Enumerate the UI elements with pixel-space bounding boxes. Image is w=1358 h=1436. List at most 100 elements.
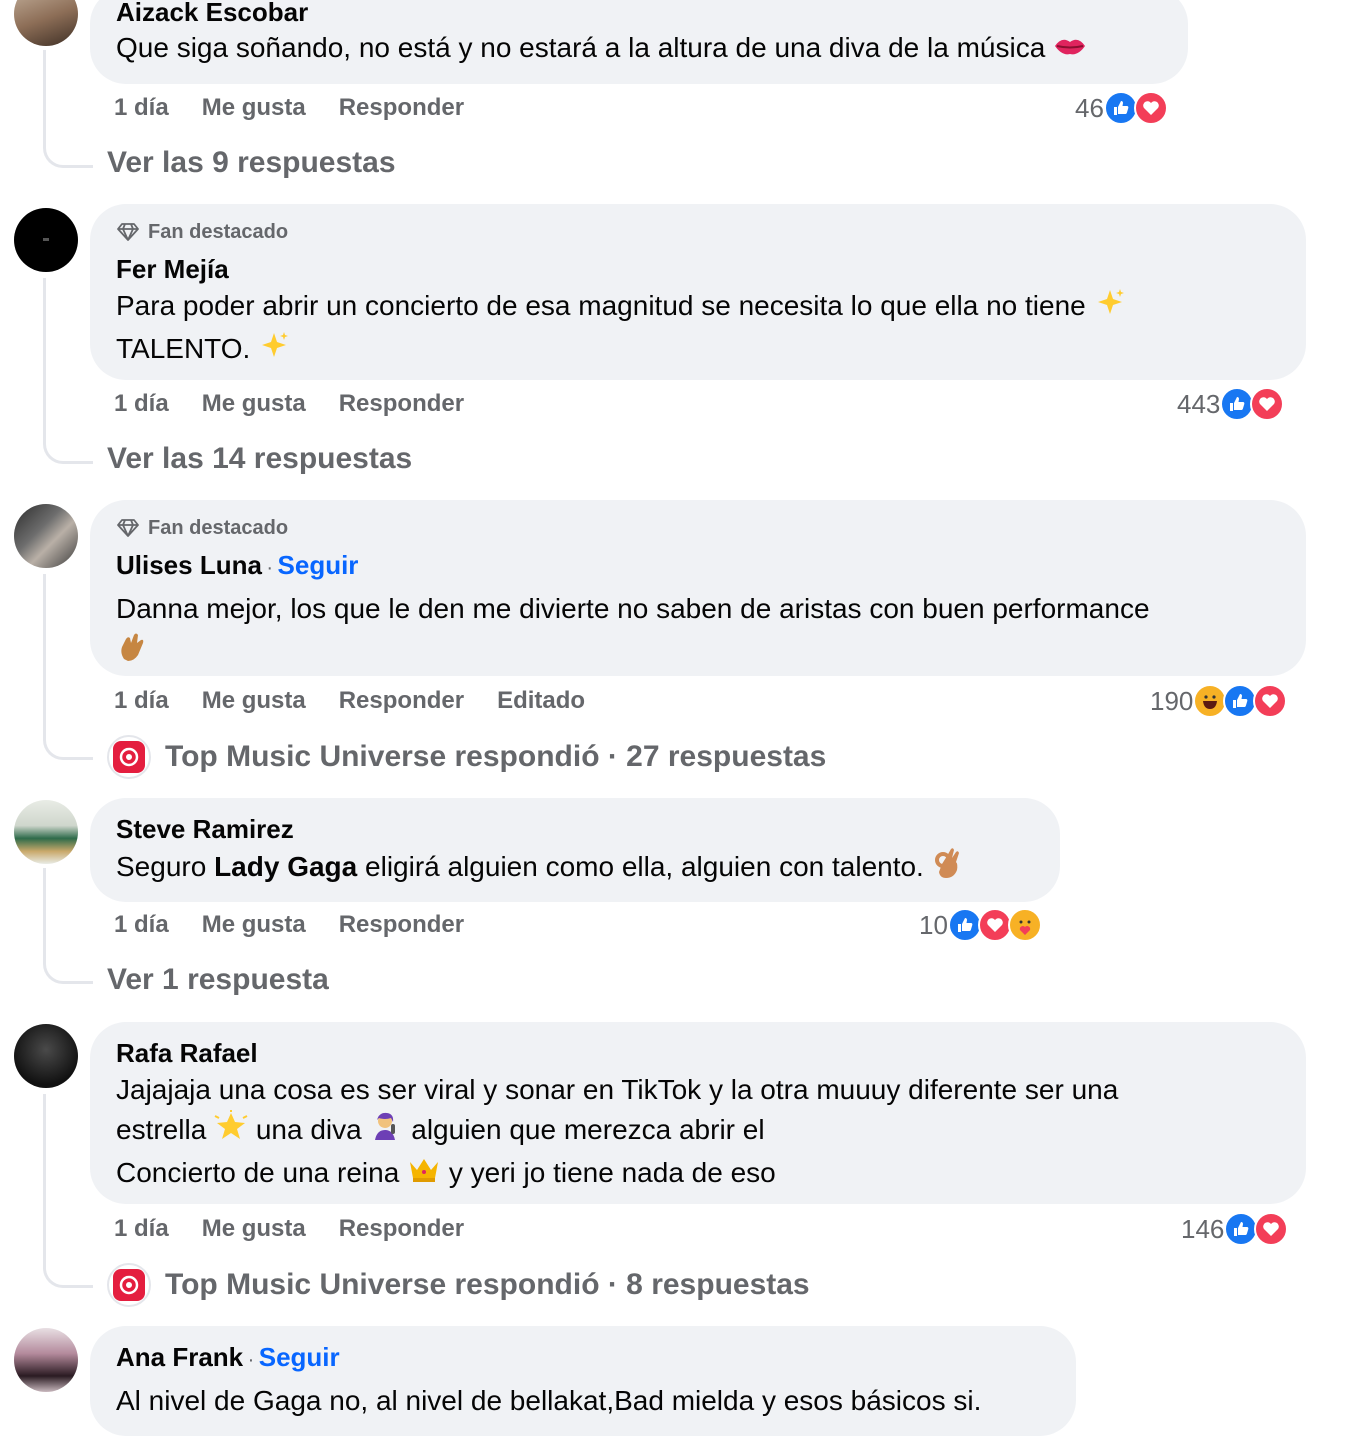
thread-connector <box>43 278 93 464</box>
diamond-icon <box>117 223 139 241</box>
separator-dot: · <box>266 557 274 579</box>
comment-author[interactable]: Rafa Rafael <box>116 1036 1280 1070</box>
love-icon <box>1253 684 1288 718</box>
separator-dot: · <box>247 1349 255 1371</box>
comment-text-line: Jajajaja una cosa es ser viral y sonar e… <box>116 1074 1119 1105</box>
avatar[interactable] <box>14 1024 78 1088</box>
haha-icon <box>1193 684 1228 718</box>
sparkles-icon <box>1094 286 1126 329</box>
view-replies-link[interactable]: Top Music Universe respondió · 8 respues… <box>107 1263 810 1307</box>
avatar[interactable] <box>14 1328 78 1392</box>
love-icon <box>977 908 1012 942</box>
comment-text-part: alguien que merezca abrir el <box>411 1114 765 1145</box>
view-replies-link[interactable]: Ver las 14 respuestas <box>107 442 412 476</box>
glowing-star-icon <box>214 1110 248 1153</box>
like-icon <box>1220 387 1255 421</box>
music-logo-icon <box>119 1275 139 1295</box>
care-icon <box>1007 908 1042 942</box>
comment-text: Para poder abrir un concierto de esa mag… <box>116 286 1280 372</box>
comment-bubble: Fan destacado Fer Mejía Para poder abrir… <box>90 204 1306 380</box>
comment-bubble: Ana Frank · Seguir Al nivel de Gaga no, … <box>90 1326 1076 1436</box>
reply-button[interactable]: Responder <box>339 911 464 939</box>
like-button[interactable]: Me gusta <box>202 94 306 122</box>
music-logo-icon <box>119 747 139 767</box>
singer-icon <box>369 1110 403 1153</box>
page-avatar-top-music-universe <box>107 1263 151 1307</box>
comment-text-part: estrella <box>116 1114 207 1145</box>
comment-actions: 1 día Me gusta Responder <box>114 911 464 939</box>
avatar[interactable] <box>14 800 78 864</box>
lips-icon <box>1053 30 1087 70</box>
comment-text-before: Seguro <box>116 850 215 882</box>
comment-text-after: eligirá alguien como ella, alguien con t… <box>357 850 924 882</box>
mentioned-name[interactable]: Lady Gaga <box>214 851 357 882</box>
comment-text: Al nivel de Gaga no, al nivel de bellaka… <box>116 1385 982 1416</box>
reply-button[interactable]: Responder <box>339 687 464 715</box>
comment-text-part: Concierto de una reina <box>116 1157 400 1189</box>
like-icon <box>1223 684 1258 718</box>
love-icon <box>1133 91 1168 125</box>
comment-author[interactable]: Ulises Luna <box>116 550 262 580</box>
reply-button[interactable]: Responder <box>339 390 464 418</box>
sparkles-icon <box>258 329 290 372</box>
avatar[interactable] <box>14 208 78 272</box>
comment-time[interactable]: 1 día <box>114 687 169 715</box>
love-icon <box>1254 1212 1289 1246</box>
comment-author[interactable]: Aizack Escobar <box>116 0 1162 26</box>
like-icon <box>1224 1212 1259 1246</box>
diamond-icon <box>117 519 139 537</box>
top-fan-badge: Fan destacado <box>116 218 1280 246</box>
thread-connector <box>43 868 93 984</box>
reaction-summary[interactable]: 46 <box>1075 91 1168 125</box>
comment-author[interactable]: Steve Ramirez <box>116 812 1034 846</box>
avatar[interactable] <box>14 504 78 568</box>
crown-icon <box>407 1154 441 1195</box>
thread-connector <box>43 1094 93 1288</box>
reaction-count: 443 <box>1177 388 1221 419</box>
like-icon <box>1103 91 1138 125</box>
view-replies-link[interactable]: Top Music Universe respondió · 27 respue… <box>107 735 826 779</box>
reaction-summary[interactable]: 190 <box>1150 684 1288 718</box>
comment-bubble: Aizack Escobar Que siga soñando, no está… <box>90 0 1188 84</box>
reaction-count: 46 <box>1075 92 1104 123</box>
view-replies-link[interactable]: Ver las 9 respuestas <box>107 146 396 180</box>
comment-text-content: Danna mejor, los que le den me divierte … <box>116 593 1150 624</box>
comment-time[interactable]: 1 día <box>114 94 169 122</box>
comment-author[interactable]: Ana Frank <box>116 1342 243 1372</box>
comment-actions: 1 día Me gusta Responder <box>114 390 464 418</box>
avatar[interactable] <box>14 0 78 46</box>
thread-connector <box>43 574 93 760</box>
comment-actions: 1 día Me gusta Responder <box>114 1215 464 1243</box>
comment-time[interactable]: 1 día <box>114 390 169 418</box>
view-replies-link[interactable]: Ver 1 respuesta <box>107 963 329 997</box>
comment-text: Seguro Lady Gaga eligirá alguien como el… <box>116 846 1034 891</box>
like-button[interactable]: Me gusta <box>202 1215 306 1243</box>
like-button[interactable]: Me gusta <box>202 390 306 418</box>
page-avatar-top-music-universe <box>107 735 151 779</box>
comment-author[interactable]: Fer Mejía <box>116 252 1280 286</box>
comment-text: Danna mejor, los que le den me divierte … <box>116 589 1280 674</box>
like-icon <box>947 908 982 942</box>
follow-button[interactable]: Seguir <box>278 550 359 580</box>
badge-label: Fan destacado <box>148 517 289 539</box>
follow-button[interactable]: Seguir <box>259 1342 340 1372</box>
comment-bubble: Fan destacado Ulises Luna · Seguir Danna… <box>90 500 1306 676</box>
reaction-count: 190 <box>1150 685 1194 716</box>
reply-button[interactable]: Responder <box>339 1215 464 1243</box>
comment-text: Que siga soñando, no está y no estará a … <box>116 28 1162 70</box>
reply-button[interactable]: Responder <box>339 94 464 122</box>
ok-hand-icon <box>932 846 964 891</box>
reaction-summary[interactable]: 146 <box>1181 1212 1289 1246</box>
like-button[interactable]: Me gusta <box>202 687 306 715</box>
badge-label: Fan destacado <box>148 221 289 243</box>
page-reply-summary[interactable]: Top Music Universe respondió · 8 respues… <box>165 1268 810 1302</box>
comment-time[interactable]: 1 día <box>114 1215 169 1243</box>
reaction-summary[interactable]: 10 <box>919 908 1042 942</box>
comment-thread: Aizack Escobar Que siga soñando, no está… <box>0 0 1358 1436</box>
comment-time[interactable]: 1 día <box>114 911 169 939</box>
page-reply-summary[interactable]: Top Music Universe respondió · 27 respue… <box>165 740 826 774</box>
top-fan-badge: Fan destacado <box>116 514 1280 542</box>
reaction-summary[interactable]: 443 <box>1177 387 1285 421</box>
like-button[interactable]: Me gusta <box>202 911 306 939</box>
comment-actions: 1 día Me gusta Responder <box>114 94 464 122</box>
